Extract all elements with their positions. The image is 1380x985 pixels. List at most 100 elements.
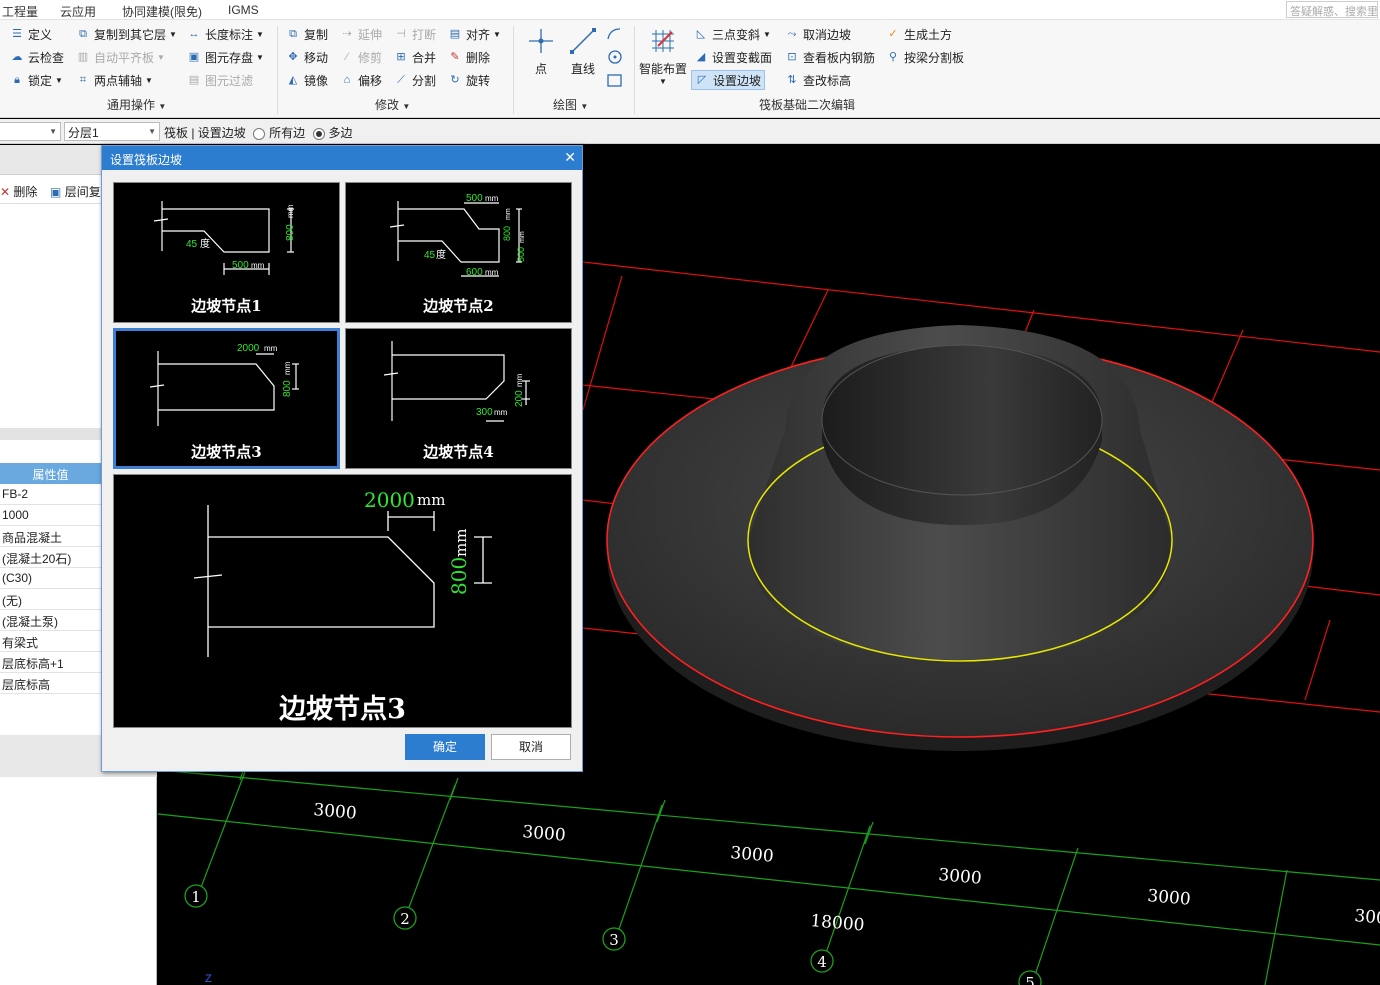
slope-node-4[interactable]: 200 mm 300 mm 边坡节点4 bbox=[345, 328, 572, 469]
preview-width-value: 2000 bbox=[364, 488, 415, 512]
merge-button[interactable]: ⊞ 合并 bbox=[394, 47, 436, 67]
property-row[interactable]: (C30) bbox=[0, 568, 101, 589]
extend-icon: ⇢ bbox=[342, 28, 352, 40]
floor-select[interactable]: ▼ bbox=[0, 122, 61, 141]
delete-button[interactable]: ✎ 删除 bbox=[448, 47, 490, 67]
slope-icon: ◺ bbox=[696, 28, 706, 40]
set-slope-icon: ◸ bbox=[697, 74, 707, 86]
lock-button[interactable]: 🔒︎ 锁定 ▼ bbox=[10, 70, 63, 90]
layer-select[interactable]: 分层1 ▼ bbox=[64, 122, 160, 141]
move-icon: ✥ bbox=[288, 51, 298, 63]
group-title-general[interactable]: 通用操作 ▼ bbox=[107, 96, 166, 113]
svg-text:mm: mm bbox=[264, 344, 278, 353]
ok-button[interactable]: 确定 bbox=[405, 734, 485, 760]
set-slope-dialog: 设置筏板边坡 ✕ 45 度 800 mm 500 mm 边坡节点1 500 mm… bbox=[101, 145, 583, 772]
three-point-slope-button[interactable]: ◺ 三点变斜 ▼ bbox=[694, 24, 771, 44]
menu-item-igms[interactable]: IGMS bbox=[228, 3, 259, 17]
edit-elevation-button[interactable]: ⇅ 查改标高 bbox=[785, 70, 851, 90]
split-button[interactable]: ⟋ 分割 bbox=[394, 70, 436, 90]
svg-text:mm: mm bbox=[283, 361, 292, 375]
property-row[interactable]: (无) bbox=[0, 589, 101, 610]
property-row[interactable]: FB-2 bbox=[0, 484, 101, 505]
set-variable-section-button[interactable]: ◢ 设置变截面 bbox=[694, 47, 772, 67]
svg-text:度: 度 bbox=[200, 237, 210, 250]
draw-tools-icon[interactable] bbox=[605, 25, 625, 91]
radio-multi-edges[interactable] bbox=[312, 127, 325, 140]
close-icon[interactable]: ✕ bbox=[564, 149, 576, 166]
align-icon: ▤ bbox=[449, 28, 461, 40]
move-button[interactable]: ✥ 移动 bbox=[286, 47, 328, 67]
menu-item-collab[interactable]: 协同建模(限免) bbox=[122, 3, 202, 20]
generate-earthwork-button[interactable]: ✓ 生成土方 bbox=[886, 24, 952, 44]
svg-text:度: 度 bbox=[436, 248, 446, 261]
offset-button[interactable]: ⌂ 偏移 bbox=[340, 70, 382, 90]
axis-icon: ⌗ bbox=[79, 74, 87, 86]
copy-layer-icon: ⧉ bbox=[79, 28, 87, 40]
length-dim-button[interactable]: ↔ 长度标注 ▼ bbox=[187, 24, 264, 44]
dialog-title: 设置筏板边坡 bbox=[102, 146, 582, 170]
delete-item-button[interactable]: ✕ 删除 bbox=[0, 183, 37, 200]
svg-text:mm: mm bbox=[485, 268, 499, 277]
svg-text:mm: mm bbox=[251, 261, 265, 270]
mirror-icon: ◭ bbox=[288, 74, 298, 86]
eraser-icon: ✎ bbox=[450, 51, 460, 63]
command-context-label: 筏板 | 设置边坡 所有边 多边 bbox=[164, 126, 353, 140]
slope-preview-label: 边坡节点3 bbox=[279, 694, 406, 725]
save-element-button[interactable]: ▣ 图元存盘 ▼ bbox=[187, 47, 264, 67]
elevation-icon: ⇅ bbox=[787, 74, 797, 86]
radio-all-edges[interactable] bbox=[253, 127, 266, 140]
svg-text:mm: mm bbox=[485, 194, 499, 203]
slope-node-2[interactable]: 500 mm 800 mm 500 mm 45 度 600 mm 边坡节点2 bbox=[345, 182, 572, 323]
raft-foundation-model[interactable] bbox=[606, 325, 1314, 751]
auto-flush-button[interactable]: ▥ 自动平齐板 ▼ bbox=[76, 47, 165, 67]
axis-label: 5 bbox=[1025, 974, 1035, 985]
property-row[interactable]: (混凝土泵) bbox=[0, 610, 101, 631]
extend-button[interactable]: ⇢ 延伸 bbox=[340, 24, 382, 44]
copy-to-layer-button[interactable]: ⧉ 复制到其它层 ▼ bbox=[76, 24, 177, 44]
define-button[interactable]: ☰ 定义 bbox=[10, 24, 52, 44]
menu-item-cloud[interactable]: 云应用 bbox=[60, 3, 96, 20]
two-point-axis-button[interactable]: ⌗ 两点辅轴 ▼ bbox=[76, 70, 153, 90]
view-rebar-button[interactable]: ⊡ 查看板内钢筋 bbox=[785, 47, 875, 67]
property-row[interactable]: 商品混凝土 bbox=[0, 526, 101, 547]
slope-node-1[interactable]: 45 度 800 mm 500 mm 边坡节点1 bbox=[113, 182, 340, 323]
axis-label: 4 bbox=[817, 953, 827, 971]
svg-text:500: 500 bbox=[232, 260, 249, 271]
layer-copy-button[interactable]: ▣ 层间复 bbox=[50, 183, 101, 200]
point-button[interactable]: 点 bbox=[526, 26, 556, 77]
split-icon: ⟋ bbox=[397, 74, 405, 86]
group-title-draw[interactable]: 绘图 ▼ bbox=[553, 96, 588, 113]
cancel-slope-button[interactable]: ⤳ 取消边坡 bbox=[785, 24, 851, 44]
coordinate-axis-label: Z bbox=[205, 973, 212, 985]
search-input[interactable]: 答疑解惑、搜索里 bbox=[1286, 1, 1378, 18]
save-icon: ▣ bbox=[188, 51, 200, 63]
element-filter-button[interactable]: ▤ 图元过滤 bbox=[187, 70, 253, 90]
group-title-modify[interactable]: 修改 ▼ bbox=[375, 96, 410, 113]
copy-button[interactable]: ⧉ 复制 bbox=[286, 24, 328, 44]
svg-text:45: 45 bbox=[186, 239, 198, 250]
cancel-button[interactable]: 取消 bbox=[491, 734, 571, 760]
section-icon: ◢ bbox=[696, 51, 706, 63]
property-row[interactable]: 层底标高 bbox=[0, 673, 101, 694]
svg-text:mm: mm bbox=[505, 208, 512, 220]
mirror-button[interactable]: ◭ 镜像 bbox=[286, 70, 328, 90]
align-button[interactable]: ▤ 对齐 ▼ bbox=[448, 24, 501, 44]
property-row[interactable]: 层底标高+1 bbox=[0, 652, 101, 673]
break-button[interactable]: ⊣ 打断 bbox=[394, 24, 436, 44]
svg-text:600: 600 bbox=[466, 267, 483, 278]
rebar-icon: ⊡ bbox=[787, 51, 797, 63]
rotate-button[interactable]: ↻ 旋转 bbox=[448, 70, 490, 90]
set-slope-button[interactable]: ◸ 设置边坡 bbox=[691, 70, 766, 90]
menu-item-quantity[interactable]: 工程量 bbox=[2, 3, 38, 20]
line-button[interactable]: 直线 bbox=[568, 26, 598, 77]
chevron-down-icon: ▼ bbox=[148, 127, 156, 136]
property-row[interactable]: 有梁式 bbox=[0, 631, 101, 652]
cloud-check-button[interactable]: ☁ 云检查 bbox=[10, 47, 65, 67]
trim-button[interactable]: ⁄ 修剪 bbox=[340, 47, 382, 67]
preview-height-unit: mm bbox=[452, 529, 470, 557]
split-by-beam-button[interactable]: ⚲ 按梁分割板 bbox=[886, 47, 964, 67]
property-row[interactable]: (混凝土20石) bbox=[0, 547, 101, 568]
slope-node-3[interactable]: 2000 mm 800 mm 边坡节点3 bbox=[113, 328, 340, 469]
property-row[interactable]: 1000 bbox=[0, 505, 101, 526]
smart-layout-button[interactable]: 智能布置 ▼ bbox=[639, 26, 687, 86]
